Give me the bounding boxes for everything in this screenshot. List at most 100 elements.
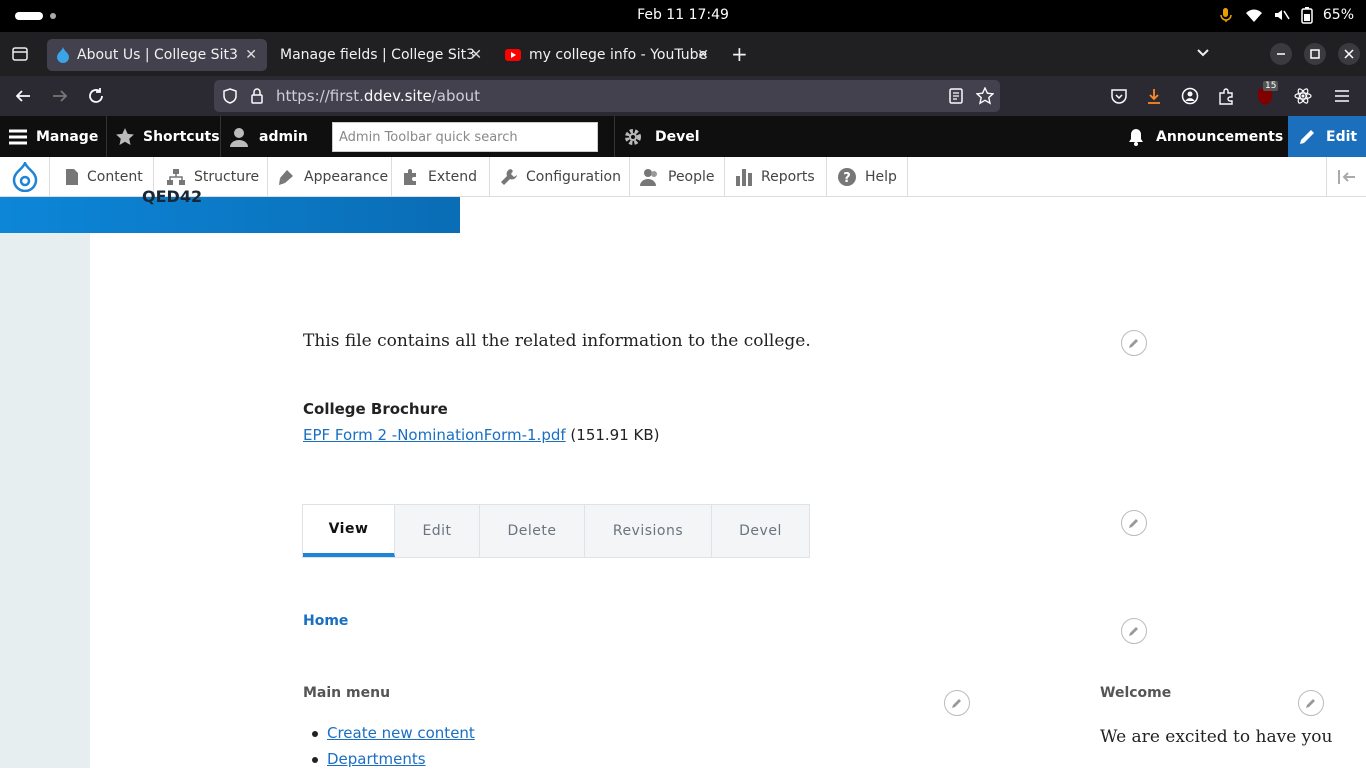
toolbar-orientation-toggle[interactable] bbox=[1326, 157, 1366, 197]
maximize-icon[interactable] bbox=[1304, 43, 1326, 65]
menu-label-appearance: Appearance bbox=[304, 169, 389, 185]
close-tab-icon[interactable]: ✕ bbox=[245, 47, 257, 63]
volume-muted-icon bbox=[1273, 6, 1291, 24]
menu-item-extend[interactable]: Extend bbox=[392, 157, 490, 197]
shield-icon[interactable] bbox=[222, 88, 238, 104]
manage-label: Manage bbox=[36, 128, 99, 145]
system-clock[interactable]: Feb 11 17:49 bbox=[0, 7, 1366, 23]
browser-tab-bar: About Us | College Sit3 ✕ Manage fields … bbox=[0, 32, 1366, 76]
drupal-home-link[interactable] bbox=[0, 157, 50, 197]
people-icon bbox=[640, 168, 660, 186]
pencil-icon bbox=[951, 697, 963, 709]
react-devtools-icon[interactable] bbox=[1294, 87, 1312, 105]
reader-mode-icon[interactable] bbox=[948, 88, 964, 104]
tab-title: About Us | College Sit3 bbox=[77, 47, 238, 63]
star-icon bbox=[115, 127, 135, 147]
content-icon bbox=[65, 168, 79, 186]
tab-view[interactable]: View bbox=[303, 505, 395, 557]
downloads-icon[interactable] bbox=[1145, 87, 1163, 105]
menu-item-content[interactable]: Content bbox=[50, 157, 154, 197]
list-item: Create new content bbox=[312, 724, 475, 742]
tab-delete[interactable]: Delete bbox=[480, 505, 585, 557]
minimize-icon[interactable] bbox=[1270, 43, 1292, 65]
tab-manage-fields[interactable]: Manage fields | College Sit3 ✕ bbox=[270, 39, 492, 71]
menu-item-help[interactable]: ? Help bbox=[827, 157, 908, 197]
menu-item-people[interactable]: People bbox=[630, 157, 725, 197]
youtube-favicon bbox=[505, 49, 521, 61]
pencil-icon bbox=[1128, 337, 1140, 349]
welcome-block-title: Welcome bbox=[1100, 685, 1172, 701]
menu-item-configuration[interactable]: Configuration bbox=[490, 157, 630, 197]
wrench-icon bbox=[500, 168, 518, 186]
list-item: Departments bbox=[312, 750, 475, 768]
body-text: This file contains all the related infor… bbox=[303, 331, 811, 351]
menu-link-departments[interactable]: Departments bbox=[327, 750, 426, 768]
menu-item-reports[interactable]: Reports bbox=[725, 157, 827, 197]
site-logo-text[interactable]: QED42 bbox=[142, 187, 202, 206]
edit-mode-button[interactable]: Edit bbox=[1288, 116, 1366, 157]
reload-icon[interactable] bbox=[87, 87, 105, 105]
tab-overview-icon[interactable] bbox=[11, 45, 29, 63]
bell-icon bbox=[1128, 128, 1144, 146]
file-link[interactable]: EPF Form 2 -NominationForm-1.pdf bbox=[303, 426, 566, 444]
field-label: College Brochure bbox=[303, 400, 448, 418]
main-menu-title: Main menu bbox=[303, 685, 391, 701]
pencil-icon bbox=[1128, 625, 1140, 637]
shortcuts-tray-toggle[interactable]: Shortcuts bbox=[106, 116, 220, 157]
contextual-edit-button[interactable] bbox=[1121, 510, 1147, 536]
contextual-edit-button[interactable] bbox=[944, 690, 970, 716]
admin-toolbar-search-input[interactable]: Admin Toolbar quick search bbox=[332, 122, 598, 152]
close-window-icon[interactable] bbox=[1338, 43, 1360, 65]
user-icon bbox=[229, 127, 249, 147]
collapse-left-icon bbox=[1337, 170, 1357, 184]
extensions-icon[interactable] bbox=[1217, 87, 1235, 105]
menu-item-appearance[interactable]: Appearance bbox=[268, 157, 392, 197]
admin-toolbar: Manage Shortcuts admin Admin Toolbar qui… bbox=[0, 116, 1366, 157]
wifi-icon bbox=[1245, 6, 1263, 24]
contextual-edit-button[interactable] bbox=[1121, 330, 1147, 356]
contextual-edit-button[interactable] bbox=[1298, 690, 1324, 716]
pocket-icon[interactable] bbox=[1110, 87, 1128, 105]
edit-label: Edit bbox=[1326, 128, 1358, 145]
battery-percent: 65% bbox=[1322, 7, 1354, 23]
system-top-bar: Feb 11 17:49 65% bbox=[0, 0, 1366, 32]
close-tab-icon[interactable]: ✕ bbox=[697, 47, 709, 63]
extension-badge: 15 bbox=[1263, 81, 1279, 91]
file-attachment: EPF Form 2 -NominationForm-1.pdf (151.91… bbox=[303, 426, 660, 444]
paint-roller-icon bbox=[278, 168, 296, 186]
lock-icon[interactable] bbox=[250, 88, 264, 104]
local-tasks-tabs: View Edit Delete Revisions Devel bbox=[302, 504, 810, 558]
account-icon[interactable] bbox=[1181, 87, 1199, 105]
system-status-area[interactable]: 65% bbox=[1217, 6, 1354, 24]
forward-icon[interactable] bbox=[51, 87, 69, 105]
url-text[interactable]: https://first.ddev.site/about bbox=[276, 87, 480, 105]
tab-youtube[interactable]: my college info - YouTube ✕ bbox=[495, 39, 717, 71]
announcements-toggle[interactable]: Announcements bbox=[1128, 116, 1283, 157]
menu-label-extend: Extend bbox=[428, 169, 477, 185]
pencil-icon bbox=[1298, 128, 1316, 146]
url-host: ddev.site bbox=[363, 87, 432, 105]
bookmark-star-icon[interactable] bbox=[976, 87, 994, 105]
tab-about-us[interactable]: About Us | College Sit3 ✕ bbox=[47, 39, 267, 71]
tab-revisions[interactable]: Revisions bbox=[585, 505, 712, 557]
devel-tray-toggle[interactable]: Devel bbox=[614, 116, 700, 157]
manage-tray-toggle[interactable]: Manage bbox=[8, 116, 98, 157]
hamburger-menu-icon[interactable] bbox=[1333, 87, 1351, 105]
microphone-icon bbox=[1217, 6, 1235, 24]
tab-list-chevron-icon[interactable] bbox=[1196, 46, 1210, 60]
tab-devel[interactable]: Devel bbox=[712, 505, 809, 557]
breadcrumb-home-link[interactable]: Home bbox=[303, 613, 348, 629]
back-icon[interactable] bbox=[14, 87, 32, 105]
user-tray-toggle[interactable]: admin bbox=[220, 116, 308, 157]
menu-label-reports: Reports bbox=[761, 169, 815, 185]
menu-link-create-content[interactable]: Create new content bbox=[327, 724, 475, 742]
url-bar[interactable]: https://first.ddev.site/about bbox=[214, 80, 1000, 112]
new-tab-icon[interactable]: + bbox=[731, 42, 748, 66]
close-tab-icon[interactable]: ✕ bbox=[470, 47, 482, 63]
contextual-edit-button[interactable] bbox=[1121, 618, 1147, 644]
menu-label-help: Help bbox=[865, 169, 897, 185]
tab-edit[interactable]: Edit bbox=[395, 505, 480, 557]
svg-text:?: ? bbox=[843, 171, 851, 186]
user-label: admin bbox=[259, 128, 308, 145]
browser-nav-bar: https://first.ddev.site/about 15 bbox=[0, 76, 1366, 116]
